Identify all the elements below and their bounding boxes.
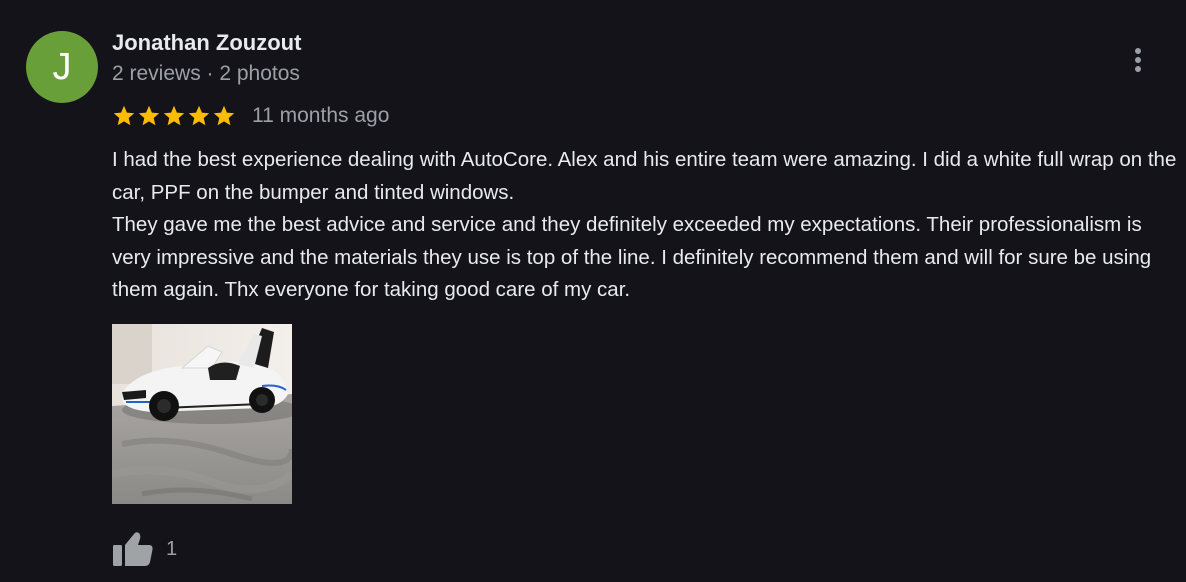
review-photo[interactable] bbox=[112, 324, 292, 504]
car-photo-icon bbox=[112, 324, 292, 504]
avatar[interactable]: J bbox=[26, 31, 98, 103]
review-paragraph: They gave me the best advice and service… bbox=[112, 213, 1152, 301]
star-rating bbox=[112, 104, 236, 128]
review-time: 11 months ago bbox=[252, 104, 390, 127]
like-count: 1 bbox=[166, 537, 178, 560]
more-options-button[interactable] bbox=[1122, 42, 1154, 78]
avatar-initial: J bbox=[52, 45, 72, 88]
rating-row: 11 months ago bbox=[112, 102, 389, 130]
star-icon bbox=[187, 104, 211, 128]
star-icon bbox=[162, 104, 186, 128]
reviewer-name[interactable]: Jonathan Zouzout bbox=[112, 30, 301, 56]
thumbs-up-icon bbox=[113, 532, 153, 566]
review-text: I had the best experience dealing with A… bbox=[112, 144, 1178, 307]
star-icon bbox=[137, 104, 161, 128]
reviewer-meta: 2 reviews · 2 photos bbox=[112, 62, 300, 85]
star-icon bbox=[212, 104, 236, 128]
like-button[interactable]: 1 bbox=[112, 530, 177, 568]
more-vert-icon bbox=[1135, 48, 1141, 72]
review-paragraph: I had the best experience dealing with A… bbox=[112, 148, 1177, 204]
star-icon bbox=[112, 104, 136, 128]
